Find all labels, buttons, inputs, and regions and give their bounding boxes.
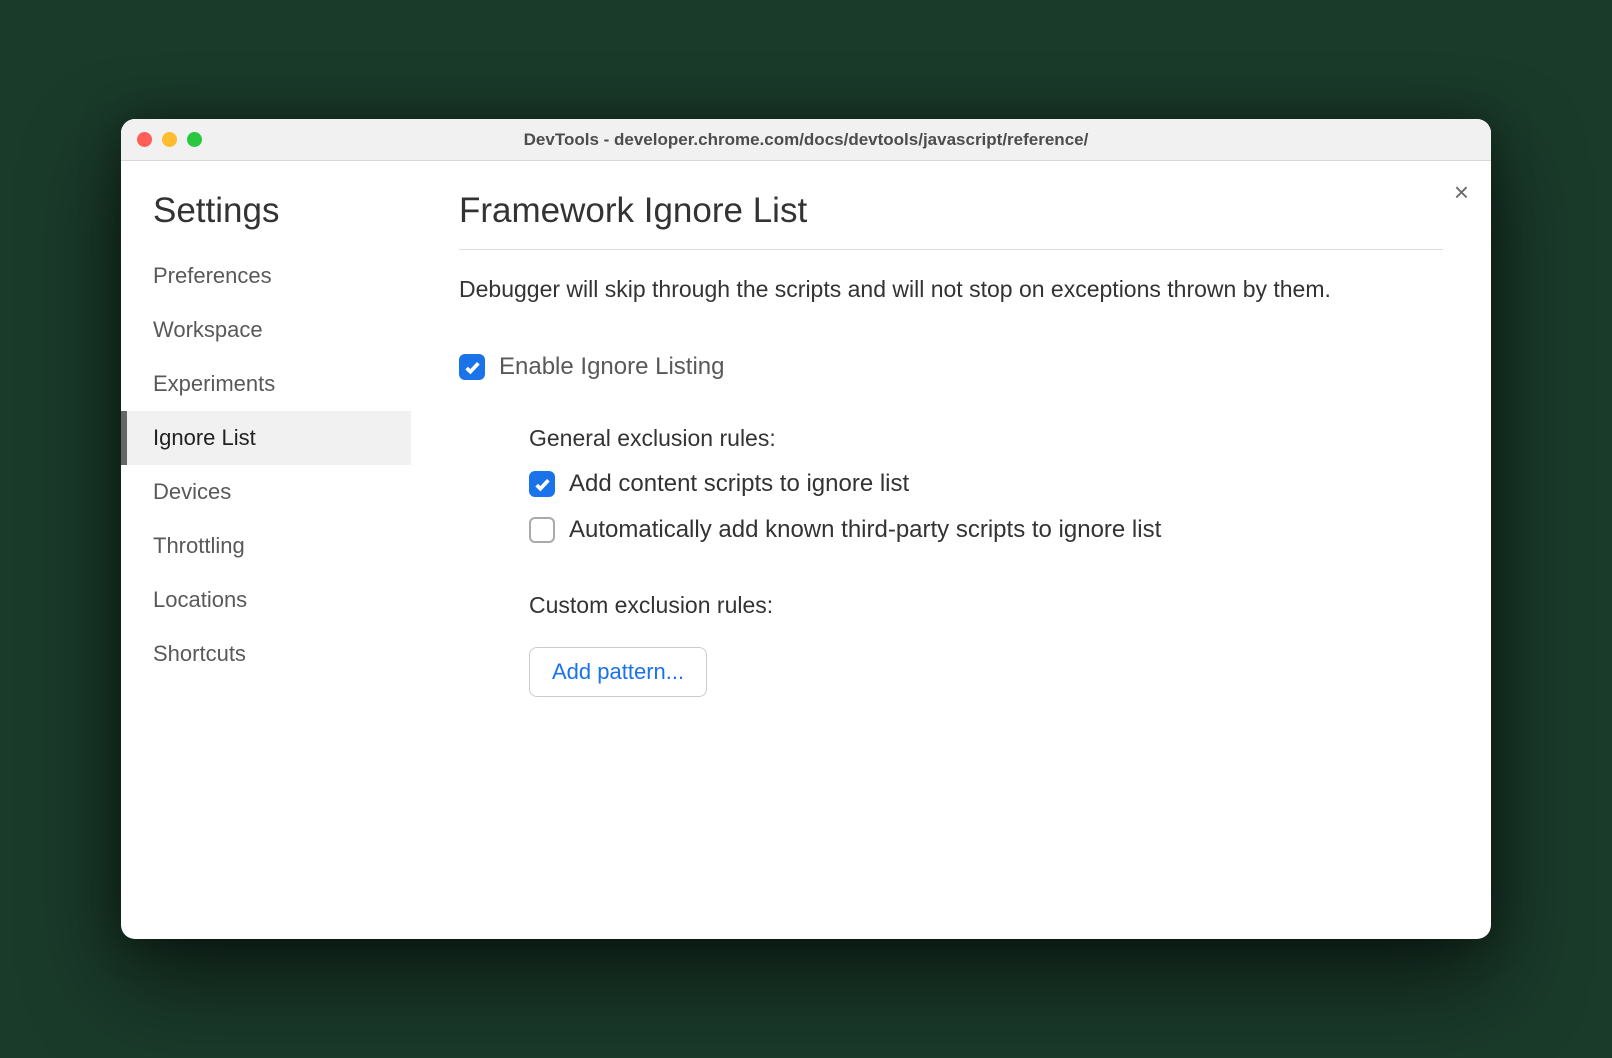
enable-ignore-listing-checkbox[interactable] [459, 354, 485, 380]
third-party-scripts-checkbox[interactable] [529, 517, 555, 543]
sidebar-item-experiments[interactable]: Experiments [121, 357, 411, 411]
sidebar-item-workspace[interactable]: Workspace [121, 303, 411, 357]
third-party-scripts-row: Automatically add known third-party scri… [529, 516, 1443, 544]
close-window-button[interactable] [137, 132, 152, 147]
sidebar-item-preferences[interactable]: Preferences [121, 249, 411, 303]
sidebar-item-throttling[interactable]: Throttling [121, 519, 411, 573]
content-scripts-label: Add content scripts to ignore list [569, 470, 909, 498]
general-exclusion-section: General exclusion rules: Add content scr… [529, 425, 1443, 697]
sidebar-item-locations[interactable]: Locations [121, 573, 411, 627]
maximize-window-button[interactable] [187, 132, 202, 147]
content-area: × Settings Preferences Workspace Experim… [121, 161, 1491, 939]
close-icon[interactable]: × [1454, 179, 1469, 205]
traffic-lights [137, 132, 202, 147]
enable-ignore-listing-row: Enable Ignore Listing [459, 353, 1443, 381]
sidebar-title: Settings [121, 191, 411, 249]
devtools-window: DevTools - developer.chrome.com/docs/dev… [121, 119, 1491, 939]
page-title: Framework Ignore List [459, 191, 1443, 250]
sidebar-item-ignore-list[interactable]: Ignore List [121, 411, 411, 465]
sidebar-item-shortcuts[interactable]: Shortcuts [121, 627, 411, 681]
general-exclusion-title: General exclusion rules: [529, 425, 1443, 452]
custom-exclusion-title: Custom exclusion rules: [529, 592, 1443, 619]
content-scripts-row: Add content scripts to ignore list [529, 470, 1443, 498]
titlebar: DevTools - developer.chrome.com/docs/dev… [121, 119, 1491, 161]
main-panel: Framework Ignore List Debugger will skip… [411, 161, 1491, 939]
settings-sidebar: Settings Preferences Workspace Experimen… [121, 161, 411, 939]
third-party-scripts-label: Automatically add known third-party scri… [569, 516, 1161, 544]
enable-ignore-listing-label: Enable Ignore Listing [499, 353, 725, 381]
sidebar-item-devices[interactable]: Devices [121, 465, 411, 519]
check-icon [534, 476, 551, 493]
check-icon [464, 359, 481, 376]
window-title: DevTools - developer.chrome.com/docs/dev… [121, 130, 1491, 150]
add-pattern-button[interactable]: Add pattern... [529, 647, 707, 697]
content-scripts-checkbox[interactable] [529, 471, 555, 497]
page-description: Debugger will skip through the scripts a… [459, 274, 1443, 305]
minimize-window-button[interactable] [162, 132, 177, 147]
